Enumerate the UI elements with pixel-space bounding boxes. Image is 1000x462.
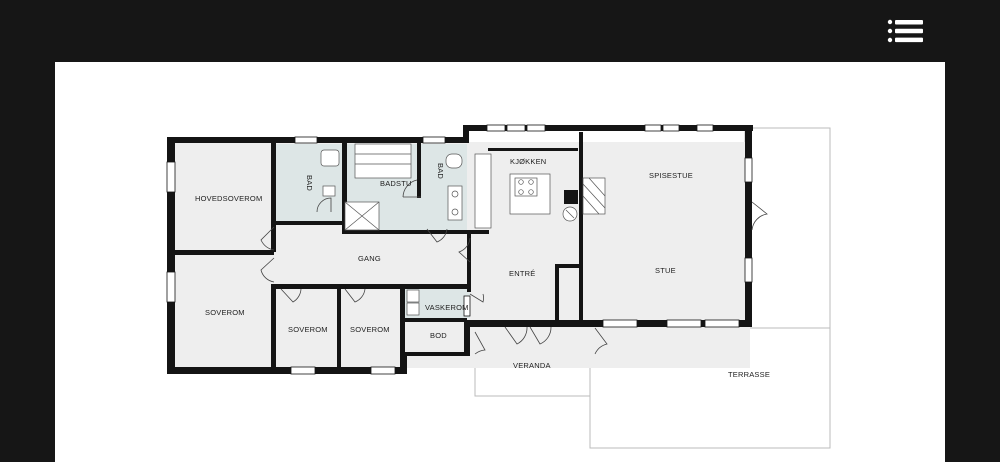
room-label-kjokken: KJØKKEN — [510, 157, 546, 166]
room-label-hovedsoverom: HOVEDSOVEROM — [195, 194, 262, 203]
room-label-spisestue: SPISESTUE — [649, 171, 693, 180]
room-label-bod: BOD — [430, 331, 447, 340]
menu-button[interactable] — [884, 18, 926, 44]
room-label-gang: GANG — [358, 254, 381, 263]
room-label-terrasse: TERRASSE — [728, 370, 770, 379]
terrace-side-outline — [744, 127, 831, 329]
room-label-bad-1: BAD — [305, 175, 314, 191]
floor-plan: HOVEDSOVEROM BAD BADSTU BAD KJØKKEN SPIS… — [166, 124, 831, 449]
room-label-soverom-2: SOVEROM — [288, 325, 328, 334]
fireplace — [564, 190, 578, 204]
room-label-soverom-3: SOVEROM — [350, 325, 390, 334]
floor-plan-sheet: HOVEDSOVEROM BAD BADSTU BAD KJØKKEN SPIS… — [55, 62, 945, 462]
room-label-veranda: VERANDA — [513, 361, 551, 370]
room-label-vaskerom: VASKEROM — [425, 303, 469, 312]
room-label-badstu: BADSTU — [380, 179, 412, 188]
room-label-bad-2: BAD — [436, 163, 445, 179]
room-label-stue: STUE — [655, 266, 676, 275]
hamburger-list-icon — [887, 19, 923, 43]
room-label-entre: ENTRÉ — [509, 269, 535, 278]
room-label-soverom-1: SOVEROM — [205, 308, 245, 317]
